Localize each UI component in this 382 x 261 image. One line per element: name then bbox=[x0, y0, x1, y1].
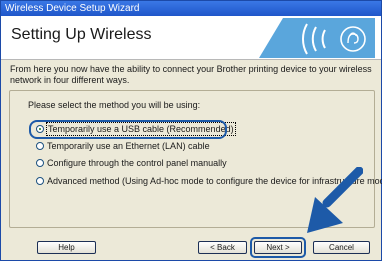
option-label: Temporarily use an Ethernet (LAN) cable bbox=[47, 141, 210, 151]
page-title: Setting Up Wireless bbox=[11, 26, 152, 43]
radio-icon[interactable] bbox=[36, 159, 44, 167]
wizard-window: Wireless Device Setup Wizard Setting Up … bbox=[0, 0, 382, 261]
help-button[interactable]: Help bbox=[37, 241, 96, 254]
option-control-panel[interactable]: Configure through the control panel manu… bbox=[36, 157, 227, 169]
wizard-description: From here you now have the ability to co… bbox=[10, 64, 372, 85]
method-prompt: Please select the method you will be usi… bbox=[28, 100, 201, 110]
wizard-header: Setting Up Wireless bbox=[1, 16, 381, 60]
window-title: Wireless Device Setup Wizard bbox=[1, 1, 381, 16]
radio-icon[interactable] bbox=[36, 142, 44, 150]
option-label: Configure through the control panel manu… bbox=[47, 158, 227, 168]
recommended-highlight bbox=[29, 120, 227, 139]
option-ethernet-cable[interactable]: Temporarily use an Ethernet (LAN) cable bbox=[36, 140, 210, 152]
cancel-button[interactable]: Cancel bbox=[313, 241, 370, 254]
back-button[interactable]: < Back bbox=[198, 241, 247, 254]
wifi-logo-icon bbox=[259, 18, 375, 58]
next-button[interactable]: Next > bbox=[254, 241, 302, 254]
radio-icon[interactable] bbox=[36, 177, 44, 185]
pointer-arrow-icon bbox=[307, 167, 363, 233]
